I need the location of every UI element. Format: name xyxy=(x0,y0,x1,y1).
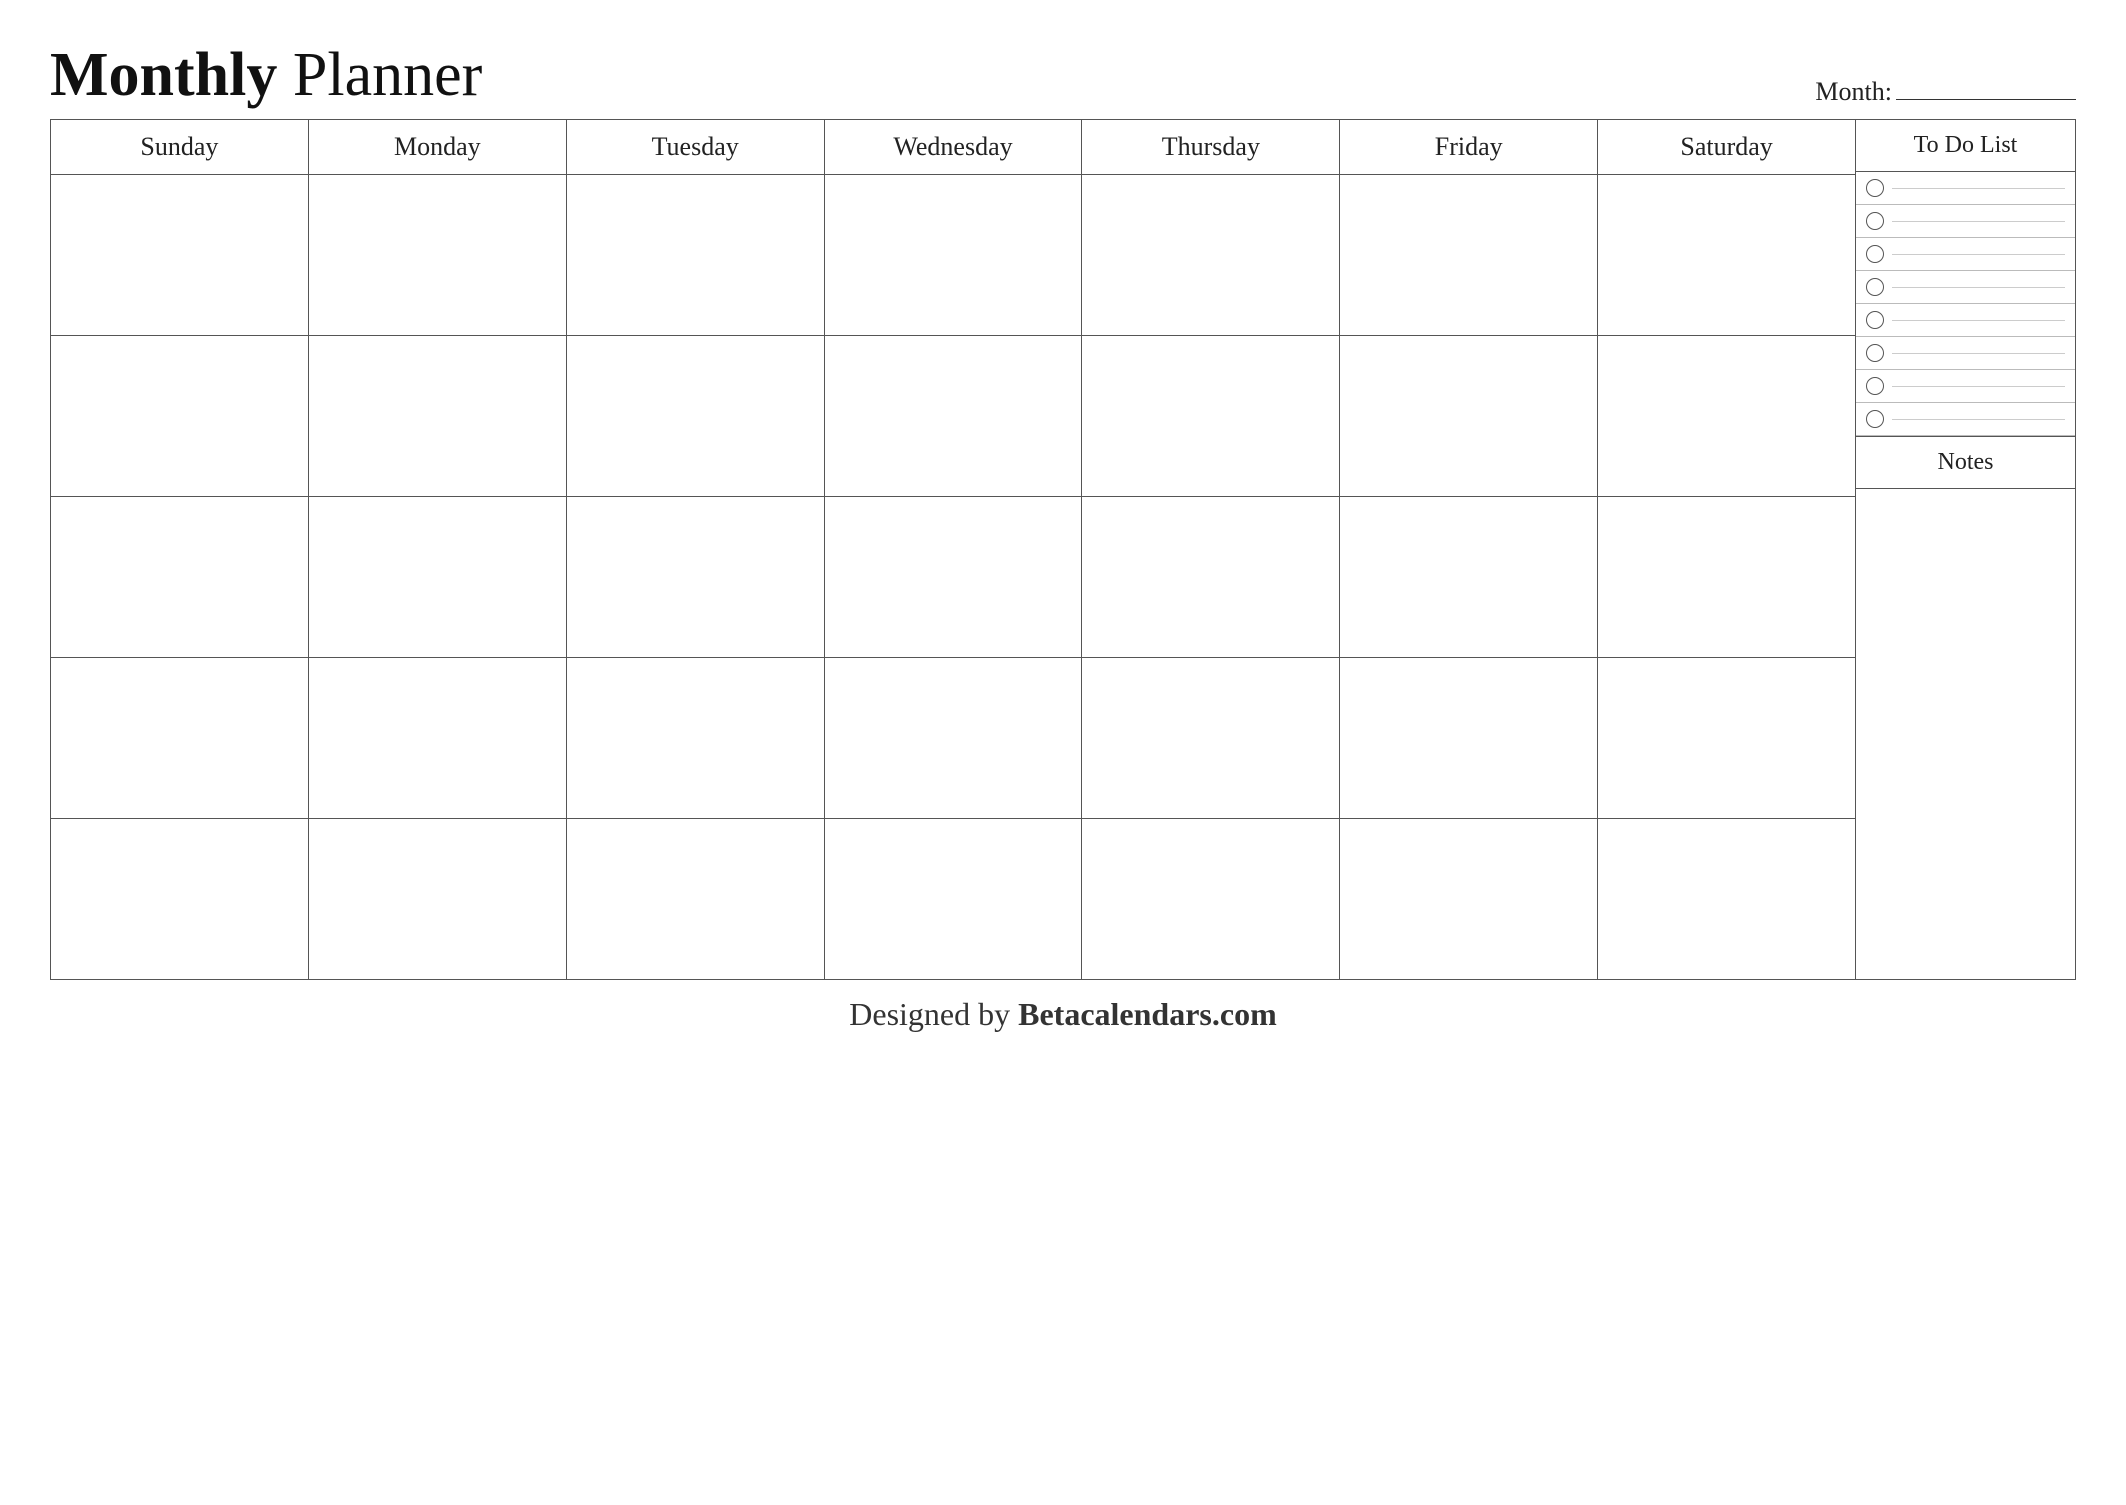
calendar-cell[interactable] xyxy=(567,336,825,496)
calendar-cell[interactable] xyxy=(1340,497,1598,657)
todo-line xyxy=(1892,353,2065,354)
header: Monthly Planner Month: xyxy=(50,40,2076,111)
todo-item[interactable] xyxy=(1856,403,2075,436)
calendar-cell[interactable] xyxy=(1082,497,1340,657)
page-title: Monthly Planner xyxy=(50,40,482,111)
calendar-row xyxy=(51,336,1855,497)
day-header-wednesday: Wednesday xyxy=(825,120,1083,174)
month-underline xyxy=(1896,99,2076,100)
calendar-cell[interactable] xyxy=(309,819,567,979)
calendar-cell[interactable] xyxy=(825,819,1083,979)
calendar-row xyxy=(51,819,1855,979)
todo-header: To Do List xyxy=(1856,120,2075,172)
day-header-thursday: Thursday xyxy=(1082,120,1340,174)
calendar-cell[interactable] xyxy=(1082,658,1340,818)
calendar-cell[interactable] xyxy=(1340,336,1598,496)
calendar-cell[interactable] xyxy=(1598,819,1855,979)
calendar-cell[interactable] xyxy=(567,658,825,818)
day-header-tuesday: Tuesday xyxy=(567,120,825,174)
todo-checkbox[interactable] xyxy=(1866,278,1884,296)
calendar-cell[interactable] xyxy=(1082,819,1340,979)
month-label: Month: xyxy=(1815,77,2076,111)
calendar-cell[interactable] xyxy=(51,175,309,335)
calendar-cell[interactable] xyxy=(309,658,567,818)
day-header-sunday: Sunday xyxy=(51,120,309,174)
todo-line xyxy=(1892,386,2065,387)
calendar-cell[interactable] xyxy=(309,336,567,496)
calendar-rows xyxy=(51,175,1855,979)
calendar-cell[interactable] xyxy=(51,658,309,818)
todo-line xyxy=(1892,419,2065,420)
calendar-row xyxy=(51,658,1855,819)
calendar-cell[interactable] xyxy=(567,819,825,979)
todo-item[interactable] xyxy=(1856,205,2075,238)
todo-line xyxy=(1892,221,2065,222)
notes-section: Notes xyxy=(1856,436,2075,979)
todo-item[interactable] xyxy=(1856,337,2075,370)
calendar-cell[interactable] xyxy=(567,175,825,335)
todo-line xyxy=(1892,254,2065,255)
calendar-cell[interactable] xyxy=(51,497,309,657)
calendar-cell[interactable] xyxy=(825,658,1083,818)
calendar-cell[interactable] xyxy=(1598,336,1855,496)
calendar-cell[interactable] xyxy=(309,497,567,657)
todo-item[interactable] xyxy=(1856,238,2075,271)
calendar-row xyxy=(51,497,1855,658)
todo-item[interactable] xyxy=(1856,370,2075,403)
title-regular: Planner xyxy=(277,41,482,109)
calendar-cell[interactable] xyxy=(1340,175,1598,335)
todo-checkbox[interactable] xyxy=(1866,245,1884,263)
todo-line xyxy=(1892,188,2065,189)
calendar-row xyxy=(51,175,1855,336)
calendar-cell[interactable] xyxy=(1082,175,1340,335)
calendar-cell[interactable] xyxy=(51,819,309,979)
todo-checkbox[interactable] xyxy=(1866,179,1884,197)
calendar-cell[interactable] xyxy=(1598,658,1855,818)
day-header-monday: Monday xyxy=(309,120,567,174)
todo-items xyxy=(1856,172,2075,436)
calendar-cell[interactable] xyxy=(1598,175,1855,335)
calendar-cell[interactable] xyxy=(1082,336,1340,496)
todo-item[interactable] xyxy=(1856,304,2075,337)
title-bold: Monthly xyxy=(50,41,277,109)
calendar-cell[interactable] xyxy=(825,497,1083,657)
todo-checkbox[interactable] xyxy=(1866,212,1884,230)
footer-text-regular: Designed by xyxy=(849,996,1018,1032)
calendar-cell[interactable] xyxy=(1340,658,1598,818)
notes-content[interactable] xyxy=(1856,489,2075,979)
day-header-saturday: Saturday xyxy=(1598,120,1855,174)
calendar-cell[interactable] xyxy=(51,336,309,496)
todo-checkbox[interactable] xyxy=(1866,344,1884,362)
calendar-main: Sunday Monday Tuesday Wednesday Thursday… xyxy=(51,120,1855,979)
sidebar: To Do List xyxy=(1855,120,2075,979)
month-text: Month: xyxy=(1815,77,1892,106)
todo-item[interactable] xyxy=(1856,271,2075,304)
todo-line xyxy=(1892,287,2065,288)
calendar-cell[interactable] xyxy=(825,175,1083,335)
calendar: Sunday Monday Tuesday Wednesday Thursday… xyxy=(50,119,2076,980)
todo-checkbox[interactable] xyxy=(1866,410,1884,428)
notes-header: Notes xyxy=(1856,437,2075,489)
day-header-friday: Friday xyxy=(1340,120,1598,174)
todo-checkbox[interactable] xyxy=(1866,311,1884,329)
footer: Designed by Betacalendars.com xyxy=(50,996,2076,1043)
footer-text-bold: Betacalendars.com xyxy=(1018,996,1277,1032)
todo-checkbox[interactable] xyxy=(1866,377,1884,395)
calendar-cell[interactable] xyxy=(1598,497,1855,657)
todo-line xyxy=(1892,320,2065,321)
calendar-cell[interactable] xyxy=(825,336,1083,496)
day-headers: Sunday Monday Tuesday Wednesday Thursday… xyxy=(51,120,1855,175)
calendar-cell[interactable] xyxy=(1340,819,1598,979)
calendar-cell[interactable] xyxy=(567,497,825,657)
todo-item[interactable] xyxy=(1856,172,2075,205)
calendar-cell[interactable] xyxy=(309,175,567,335)
